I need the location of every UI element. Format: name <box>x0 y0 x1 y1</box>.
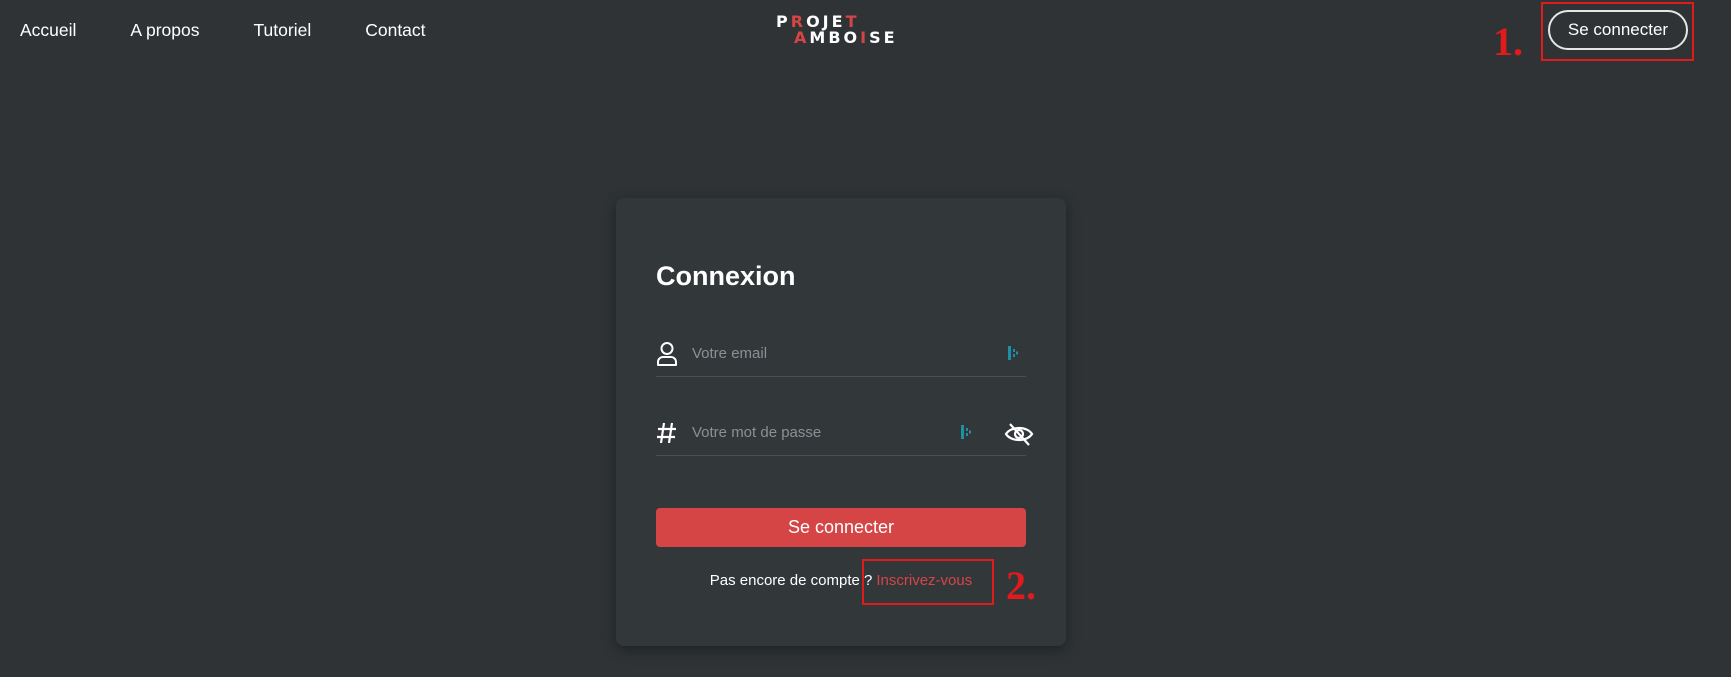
annotation-box-1 <box>1541 2 1694 61</box>
nav-link-contact[interactable]: Contact <box>365 19 425 41</box>
email-input[interactable] <box>692 341 972 365</box>
nav-link-a-propos[interactable]: A propos <box>130 19 199 41</box>
logo-line-2: AMBOISE <box>794 28 898 47</box>
password-manager-icon[interactable] <box>960 424 972 440</box>
logo[interactable]: PROJET AMBOISE <box>776 14 906 50</box>
annotation-number-2: 2. <box>1006 563 1036 608</box>
nav-link-tutoriel[interactable]: Tutoriel <box>254 19 312 41</box>
hash-icon <box>656 420 678 446</box>
top-navbar: Accueil A propos Tutoriel Contact PROJET… <box>0 0 1731 62</box>
signup-prompt: Pas encore de compte ? <box>709 572 873 589</box>
password-input[interactable] <box>692 420 972 444</box>
nav-links: Accueil A propos Tutoriel Contact <box>20 19 480 41</box>
login-submit-button[interactable]: Se connecter <box>656 508 1026 547</box>
login-title: Connexion <box>656 261 796 291</box>
annotation-box-2 <box>862 559 994 605</box>
nav-link-accueil[interactable]: Accueil <box>20 19 76 41</box>
password-field-row <box>656 408 1034 456</box>
password-manager-icon[interactable] <box>1007 345 1019 361</box>
signup-row: Pas encore de compte ? Inscrivez-vous <box>616 572 1066 589</box>
eye-off-icon[interactable] <box>1004 421 1034 447</box>
email-field-row <box>656 329 1026 377</box>
annotation-number-1: 1. <box>1493 19 1523 64</box>
user-icon <box>656 341 678 367</box>
